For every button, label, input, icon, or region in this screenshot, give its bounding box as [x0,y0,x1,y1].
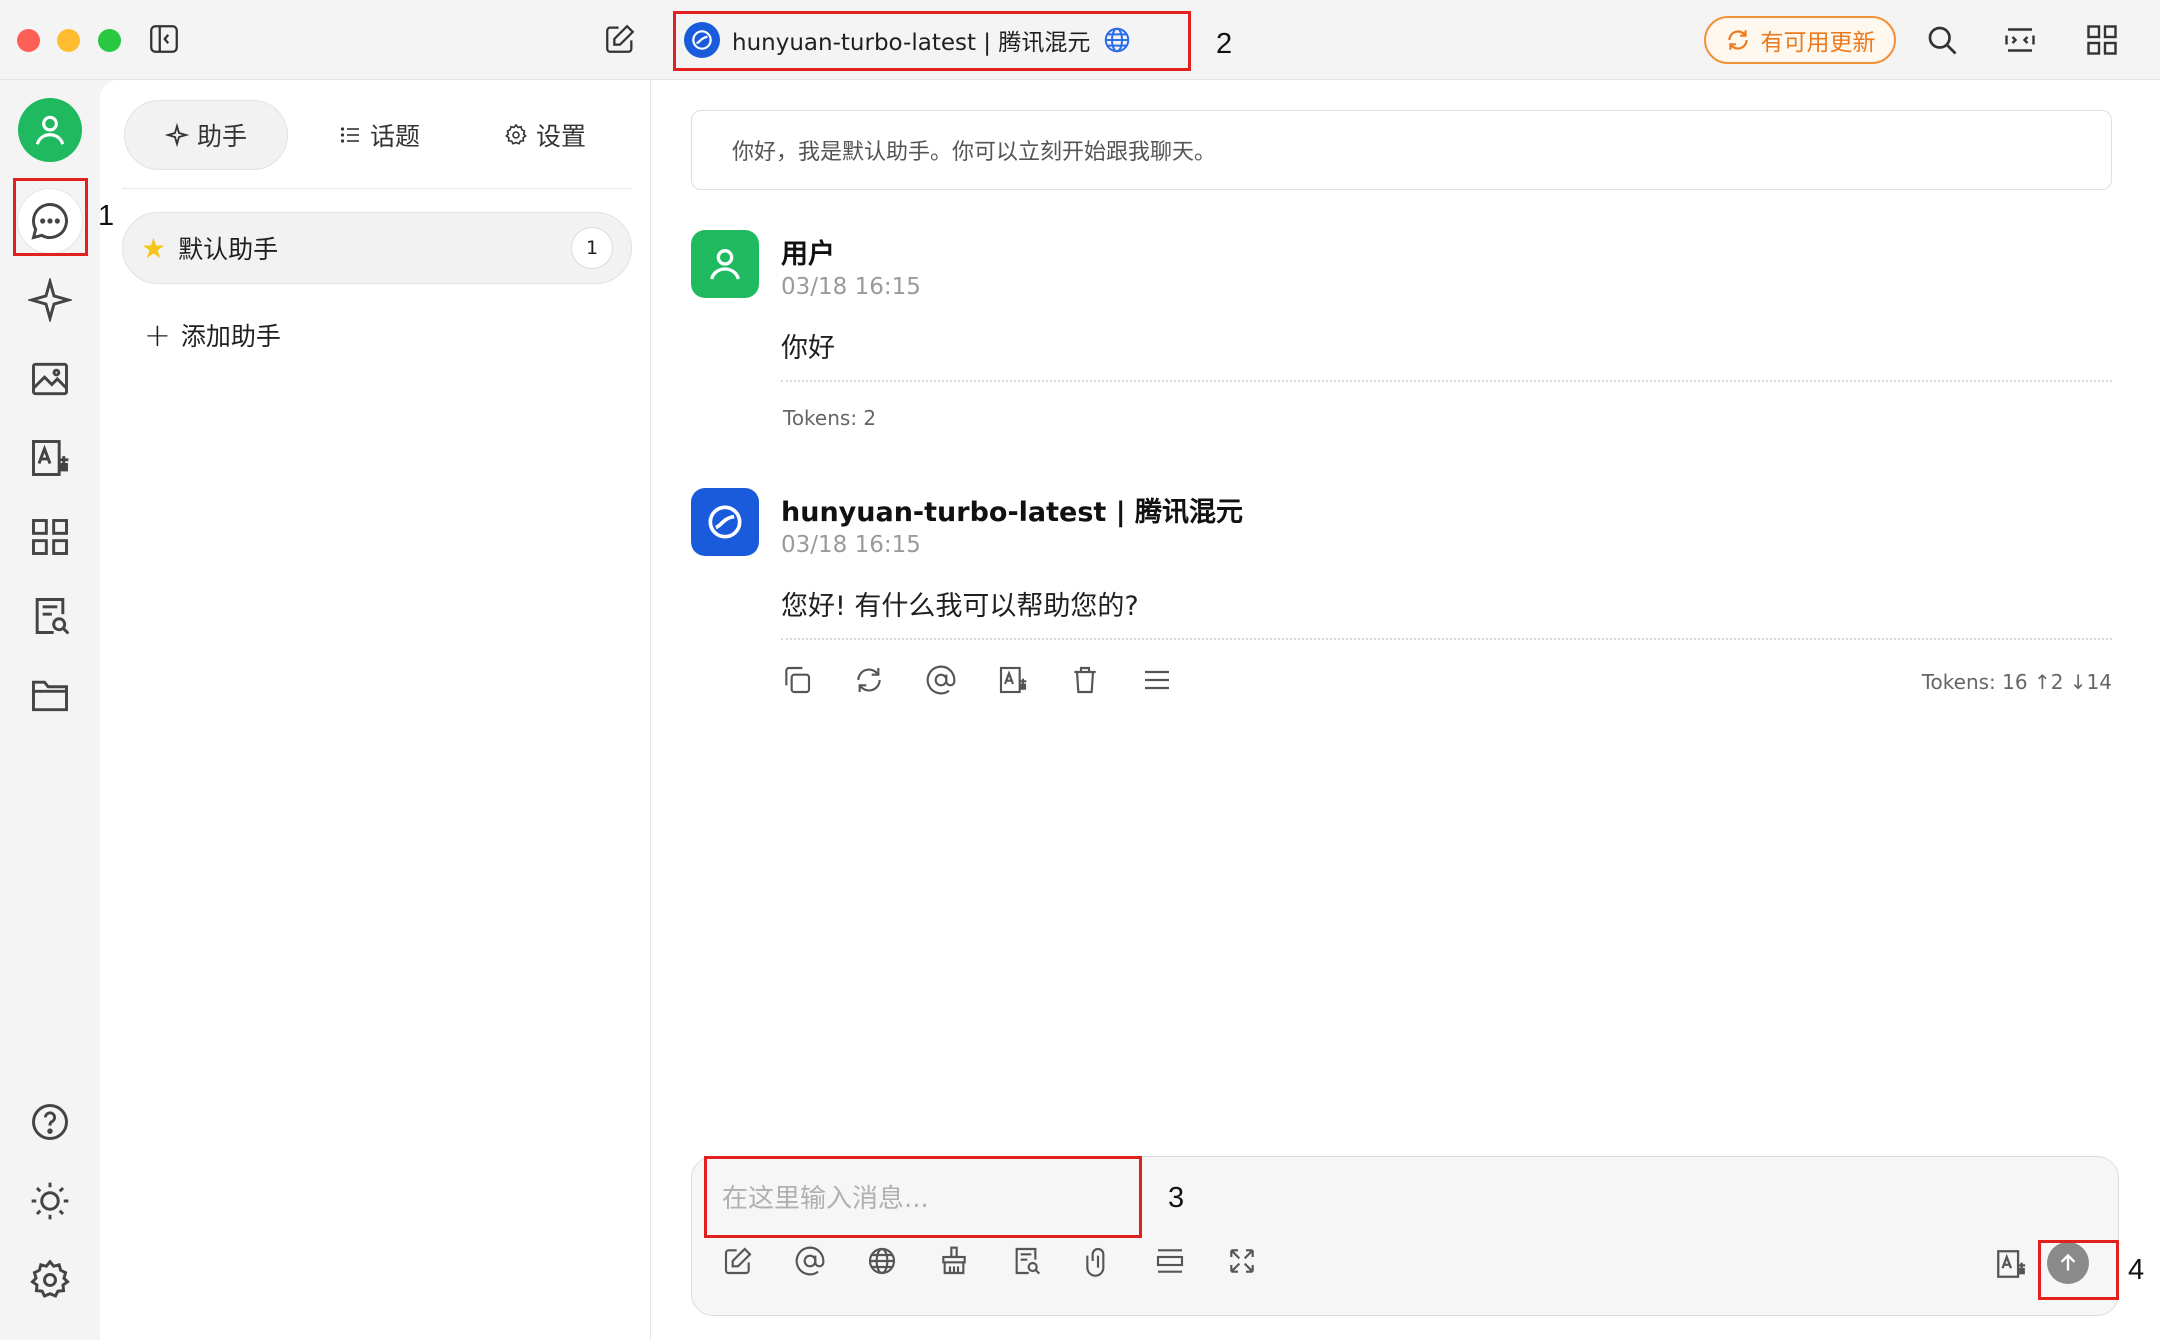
user-avatar[interactable] [18,98,82,162]
message-divider [781,380,2112,382]
user-avatar [691,230,759,298]
send-button[interactable] [2047,1242,2089,1284]
agents-sparkle-icon[interactable] [28,278,72,322]
assistant-label: 默认助手 [178,235,279,264]
list-icon [340,127,359,143]
tab-label: 设置 [535,122,586,151]
message-text: 您好! 有什么我可以帮助您的? [781,591,1139,622]
arrow-up-icon [2060,1253,2076,1271]
message-sender: hunyuan-turbo-latest | 腾讯混元 [781,497,1243,528]
attachment-icon[interactable] [1082,1245,1114,1277]
mini-apps-icon[interactable] [28,515,72,559]
add-assistant-label: 添加助手 [180,322,281,351]
update-available-button[interactable]: 有可用更新 [1704,16,1896,64]
token-count: Tokens: 16 ↑2 ↓14 [1921,670,2112,694]
tab-topics[interactable]: 话题 [304,100,454,170]
knowledge-search-icon[interactable] [28,594,72,638]
more-menu-icon[interactable] [1141,664,1173,696]
icon-sidebar [0,80,100,1340]
context-divider-icon[interactable] [1154,1245,1186,1277]
message-input-box [691,1156,2119,1316]
panel-tabs: 助手 话题 设置 [124,100,634,172]
message-time: 03/18 16:15 [781,532,921,558]
annotation-label-4: 4 [2128,1254,2145,1286]
tab-assistants[interactable]: 助手 [124,100,288,170]
minimize-window-button[interactable] [57,29,80,52]
plus-icon: + [144,316,171,354]
chat-icon[interactable] [28,199,72,243]
theme-sun-icon[interactable] [28,1179,72,1223]
message-text: 你好 [781,333,835,364]
assistant-item-default[interactable]: ★ 默认助手 1 [122,212,632,284]
clear-broom-icon[interactable] [938,1245,970,1277]
refresh-icon [1727,30,1748,50]
toggle-sidebar-icon[interactable] [147,22,181,56]
model-name: hunyuan-turbo-latest | 腾讯混元 [732,30,1091,56]
chat-area: 你好，我是默认助手。你可以立刻开始跟我聊天。 用户 03/18 16:15 你好… [651,80,2160,1340]
copy-icon[interactable] [781,664,813,696]
update-label: 有可用更新 [1760,30,1876,56]
input-toolbar [722,1245,1258,1277]
regenerate-icon[interactable] [853,664,885,696]
image-icon[interactable] [28,357,72,401]
settings-gear-icon[interactable] [28,1258,72,1302]
tab-settings[interactable]: 设置 [470,100,620,170]
star-icon: ★ [141,231,167,265]
tabs-divider [122,188,632,189]
new-chat-icon[interactable] [603,22,637,56]
gear-icon [505,123,527,145]
tab-label: 助手 [196,122,247,151]
message-user: 用户 03/18 16:15 你好 Tokens: 2 [691,230,2112,430]
translate-icon[interactable] [28,436,72,480]
assistant-panel: 助手 话题 设置 ★ 默认助手 1 + 添加助手 [100,80,651,1340]
message-input[interactable] [706,1163,1126,1235]
new-topic-icon[interactable] [722,1245,754,1277]
search-icon[interactable] [1924,22,1960,58]
message-sender: 用户 [781,239,835,270]
translate-icon[interactable] [997,664,1029,696]
web-search-globe-icon[interactable] [866,1245,898,1277]
model-selector[interactable]: hunyuan-turbo-latest | 腾讯混元 [684,20,1132,60]
add-assistant-button[interactable]: + 添加助手 [144,316,281,354]
knowledge-base-icon[interactable] [1010,1245,1042,1277]
system-prompt: 你好，我是默认助手。你可以立刻开始跟我聊天。 [691,110,2112,190]
hunyuan-avatar [691,488,759,556]
mention-icon[interactable] [925,664,957,696]
tab-label: 话题 [369,122,420,151]
close-window-button[interactable] [17,29,40,52]
message-actions [781,664,1173,696]
mention-model-icon[interactable] [794,1245,826,1277]
annotation-label-1: 1 [98,200,115,232]
title-bar: hunyuan-turbo-latest | 腾讯混元 有可用更新 [0,0,2160,80]
globe-icon [1102,25,1132,55]
token-count: Tokens: 2 [783,406,877,430]
delete-icon[interactable] [1069,664,1101,696]
help-icon[interactable] [28,1100,72,1144]
apps-grid-icon[interactable] [2084,22,2120,58]
sparkle-icon [164,123,189,147]
maximize-window-button[interactable] [98,29,121,52]
folder-icon[interactable] [28,673,72,717]
message-divider [781,638,2112,640]
topic-count-badge: 1 [571,227,613,269]
hunyuan-logo-icon [684,22,720,58]
message-time: 03/18 16:15 [781,274,921,300]
narrow-mode-icon[interactable] [2002,22,2038,58]
expand-icon[interactable] [1226,1245,1258,1277]
annotation-label-2: 2 [1216,28,1233,60]
translate-input-icon[interactable] [1994,1247,2028,1281]
annotation-label-3: 3 [1168,1182,1185,1214]
message-assistant: hunyuan-turbo-latest | 腾讯混元 03/18 16:15 … [691,488,2112,728]
